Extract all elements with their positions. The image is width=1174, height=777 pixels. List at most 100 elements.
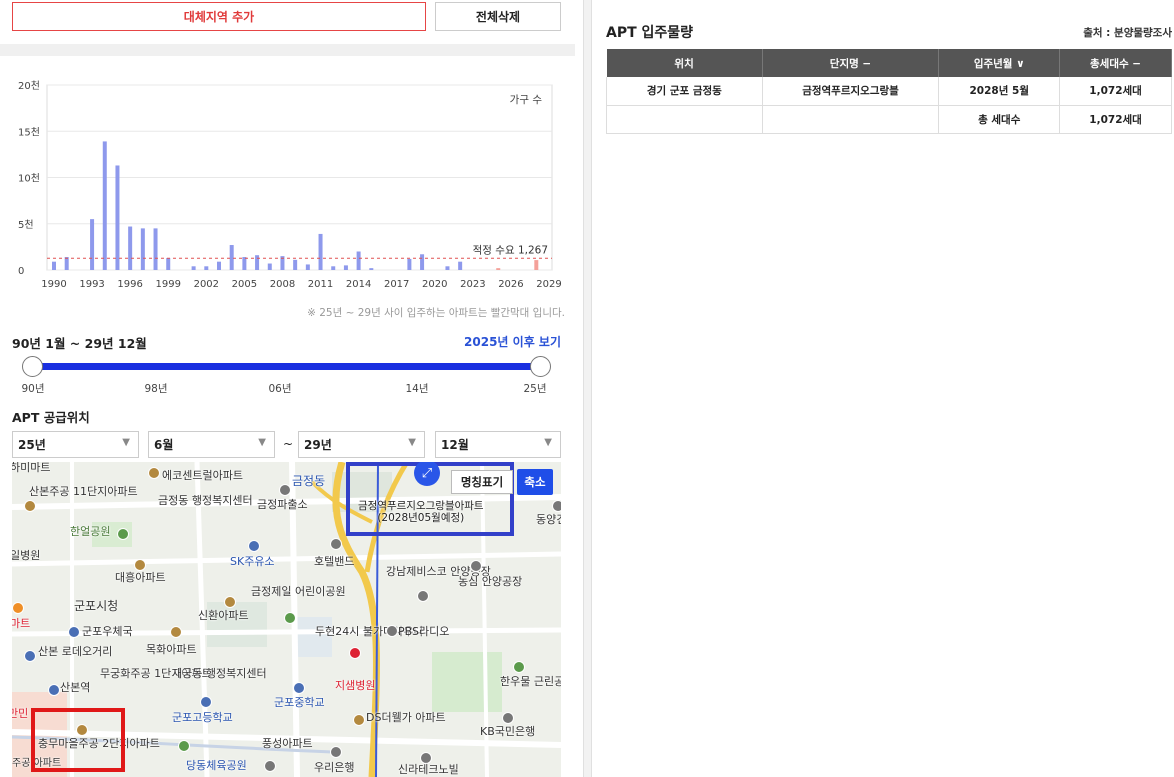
- left-panel: 대체지역 추가 전체삭제 20천 15천 10천 5천 0 적정 수요 1,267 가구 수…: [0, 0, 575, 777]
- hotel-pin-icon: [330, 538, 342, 550]
- chart-bar: [343, 265, 348, 270]
- chart-note: ※ 25년 ~ 29년 사이 입주하는 아파트는 빨간막대 입니다.: [307, 307, 565, 319]
- chart-bar: [204, 266, 209, 270]
- y-tick-label: 20천: [18, 80, 40, 92]
- police-pin-icon: [279, 484, 291, 496]
- apartment-pin-icon: [353, 714, 365, 726]
- building-pin-icon: [264, 760, 276, 772]
- chart-bar: [407, 258, 412, 270]
- reference-label: 적정 수요 1,267: [473, 244, 548, 256]
- apartment-pin-icon: [134, 559, 146, 571]
- source-note: 출처 : 분양물량조사: [1083, 27, 1172, 39]
- clear-all-button[interactable]: 전체삭제: [435, 2, 561, 31]
- chart-bar: [140, 228, 145, 270]
- col-move-in-date[interactable]: 입주년월 ∨: [938, 49, 1061, 77]
- table-total-row: 총 세대수 1,072세대: [606, 105, 1172, 134]
- chart-bar: [267, 263, 272, 270]
- x-tick-label: 2029: [536, 279, 561, 290]
- view-after-2025-link[interactable]: 2025년 이후 보기: [464, 333, 561, 350]
- col-complex-name[interactable]: 단지명 −: [762, 49, 940, 77]
- x-tick-label: 2002: [194, 279, 219, 290]
- occupancy-title: APT 입주물량: [606, 25, 694, 41]
- panel-divider: [583, 0, 592, 777]
- y-tick-label: 0: [18, 266, 24, 277]
- apartment-pin-icon: [24, 500, 36, 512]
- table-row[interactable]: 경기 군포 금정동 금정역푸르지오그랑블 2028년 5월 1,072세대: [606, 77, 1172, 106]
- map-label: 군포중학교: [274, 696, 325, 709]
- map-label: PBS라디오: [398, 625, 450, 638]
- map-label: 우리은행: [314, 761, 355, 774]
- section-divider: [0, 44, 575, 56]
- map-label: 군포시청: [74, 599, 119, 613]
- factory-pin-icon: [417, 590, 429, 602]
- range-title: 90년 1월 ~ 29년 12월: [12, 336, 147, 351]
- start-year-select[interactable]: 25년 ▼: [12, 431, 139, 458]
- chart-bar: [458, 261, 463, 270]
- map-label: 군포고등학교: [172, 711, 233, 724]
- chart-bar: [229, 245, 234, 270]
- map-label: 산본주공 11단지아파트: [29, 485, 138, 498]
- map-label: 일병원: [12, 549, 41, 562]
- post-office-pin-icon: [68, 626, 80, 638]
- x-tick-label: 2008: [270, 279, 295, 290]
- map-label: 당동체육공원: [186, 759, 247, 772]
- map-label: 금정파출소: [257, 498, 308, 511]
- apartment-pin-icon: [224, 596, 236, 608]
- chart-bar: [102, 141, 107, 270]
- map-label: 대흥아파트: [115, 571, 166, 584]
- period-slider-track[interactable]: [33, 363, 540, 370]
- map-label: 호텔밴드: [314, 555, 355, 568]
- chart-bar: [445, 266, 450, 270]
- map-label: KB국민은행: [480, 725, 536, 738]
- chart-bar: [534, 260, 539, 270]
- park-pin-icon: [178, 740, 190, 752]
- y-tick-label: 15천: [18, 126, 40, 138]
- supply-bar-chart: 20천 15천 10천 5천 0 적정 수요 1,267 가구 수 1990 1993 1996 1…: [18, 80, 562, 290]
- chevron-down-icon: ▼: [408, 437, 416, 448]
- map-label: 하미마트: [12, 462, 51, 474]
- hospital-pin-icon: [349, 647, 361, 659]
- slider-tick: 14년: [405, 383, 429, 395]
- map-label: 재궁동 행정복지센터: [172, 667, 267, 680]
- zoom-out-button[interactable]: 축소: [517, 469, 553, 495]
- slider-tick: 98년: [144, 383, 168, 395]
- x-tick-label: 1999: [156, 279, 181, 290]
- chart-bar: [64, 257, 69, 270]
- end-year-select[interactable]: 29년 ▼: [298, 431, 425, 458]
- col-location[interactable]: 위치: [606, 49, 763, 77]
- col-total-units[interactable]: 총세대수 −: [1059, 49, 1172, 77]
- supply-map[interactable]: 하미마트 산본주공 11단지아파트 금정동 행정복지센터 에코센트럴아파트 금정…: [12, 462, 561, 777]
- chart-bar: [420, 254, 425, 270]
- map-label: 풍성아파트: [262, 737, 313, 750]
- chart-bar: [128, 226, 133, 270]
- start-month-select[interactable]: 6월 ▼: [148, 431, 275, 458]
- map-label: 산본 로데오거리: [38, 645, 113, 658]
- mart-pin-icon: [12, 602, 24, 614]
- total-label: 총 세대수: [938, 105, 1061, 134]
- map-label: 지샘병원: [335, 679, 376, 692]
- start-month-value: 6월: [154, 438, 174, 452]
- map-label: 목화아파트: [146, 643, 197, 656]
- cell-complex-name: 금정역푸르지오그랑블: [762, 77, 940, 106]
- slider-tick: 25년: [523, 383, 547, 395]
- end-month-value: 12월: [441, 438, 469, 452]
- add-region-button[interactable]: 대체지역 추가: [12, 2, 426, 31]
- x-tick-label: 2014: [346, 279, 371, 290]
- y-tick-label: 10천: [18, 173, 40, 185]
- chart-bar: [217, 261, 221, 270]
- slider-start-handle[interactable]: [22, 356, 43, 377]
- end-month-select[interactable]: 12월 ▼: [435, 431, 561, 458]
- map-label: 군포우체국: [82, 625, 133, 638]
- chart-bar: [90, 219, 95, 270]
- cell-move-in-date: 2028년 5월: [938, 77, 1061, 106]
- map-label: 한얼공원: [70, 525, 111, 538]
- slider-end-handle[interactable]: [530, 356, 551, 377]
- x-tick-label: 1990: [41, 279, 66, 290]
- slider-tick: 90년: [21, 383, 45, 395]
- cell-empty: [606, 105, 763, 134]
- toggle-names-button[interactable]: 명칭표기: [451, 470, 513, 494]
- map-label: SK주유소: [230, 555, 275, 568]
- map-label: 에코센트럴아파트: [162, 469, 243, 482]
- cell-empty: [762, 105, 940, 134]
- slider-tick: 06년: [268, 383, 292, 395]
